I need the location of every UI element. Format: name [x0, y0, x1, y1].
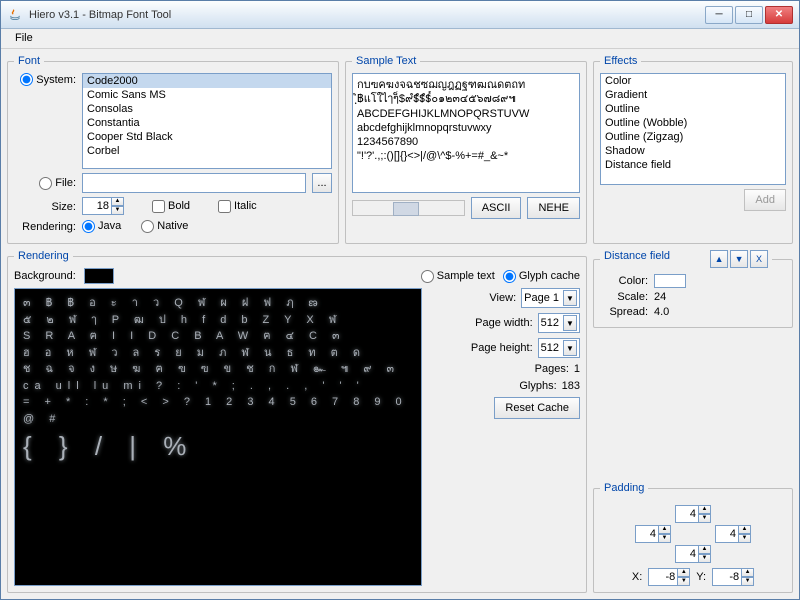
sample-textarea[interactable]: กบฃคฆงจฉชซฌญฎฏฐฑฒณดตถท ิฺ฿แโใไๅๆ็$๙ํ$ํ$ํ…: [352, 73, 580, 193]
df-scale-value: 24: [654, 291, 666, 303]
effect-item[interactable]: Outline: [601, 102, 785, 116]
pad-x-spinner[interactable]: ▲▼: [648, 568, 690, 586]
glyph-cache-radio[interactable]: Glyph cache: [503, 270, 580, 283]
close-button[interactable]: ✕: [765, 6, 793, 24]
maximize-button[interactable]: □: [735, 6, 763, 24]
effect-item[interactable]: Outline (Wobble): [601, 116, 785, 130]
font-list-item[interactable]: Consolas: [83, 102, 331, 116]
font-list-item[interactable]: Corbel: [83, 144, 331, 158]
add-effect-button[interactable]: Add: [744, 189, 786, 211]
ph-label: Page height:: [471, 342, 533, 354]
pad-x-label: X:: [632, 571, 642, 583]
view-label: View:: [489, 292, 516, 304]
rendering-legend: Rendering: [14, 250, 73, 262]
font-group: Font System: Code2000 Comic Sans MS Cons…: [7, 55, 339, 244]
effects-legend: Effects: [600, 55, 641, 67]
rendering-label: Rendering:: [14, 219, 76, 233]
pad-y-spinner[interactable]: ▲▼: [712, 568, 754, 586]
sample-legend: Sample Text: [352, 55, 420, 67]
file-radio[interactable]: File:: [14, 177, 76, 190]
pad-right-spinner[interactable]: ▲▼: [715, 525, 751, 543]
font-list-item[interactable]: Cooper Std Black: [83, 130, 331, 144]
df-scale-label: Scale:: [600, 291, 648, 303]
effects-group: Effects Color Gradient Outline Outline (…: [593, 55, 793, 244]
java-icon: [7, 7, 23, 23]
df-color-label: Color:: [600, 275, 648, 287]
padding-group: Padding ▲▼ ▲▼ ▲▼ ▲▼ X: ▲▼: [593, 482, 793, 593]
df-color-swatch[interactable]: [654, 274, 686, 288]
font-list[interactable]: Code2000 Comic Sans MS Consolas Constant…: [82, 73, 332, 169]
effect-item[interactable]: Gradient: [601, 88, 785, 102]
window-title: Hiero v3.1 - Bitmap Font Tool: [29, 9, 705, 21]
native-radio[interactable]: Native: [141, 220, 188, 233]
pad-y-label: Y:: [696, 571, 706, 583]
chevron-down-icon: ▼: [563, 340, 577, 356]
size-label: Size:: [14, 199, 76, 213]
font-list-item[interactable]: Code2000: [83, 74, 331, 88]
system-radio[interactable]: System:: [14, 73, 76, 86]
pages-value: 1: [574, 363, 580, 375]
font-list-item[interactable]: Comic Sans MS: [83, 88, 331, 102]
distance-field-group: Distance field ▲ ▼ X Color: Scale: 24 Spr…: [593, 250, 793, 328]
df-legend: Distance field ▲ ▼ X: [600, 250, 772, 268]
page-width-select[interactable]: 512▼: [538, 313, 580, 333]
app-window: Hiero v3.1 - Bitmap Font Tool ─ □ ✕ File…: [0, 0, 800, 600]
java-radio[interactable]: Java: [82, 220, 121, 233]
effect-item[interactable]: Distance field: [601, 158, 785, 172]
glyphs-value: 183: [562, 380, 580, 392]
font-list-item[interactable]: Constantia: [83, 116, 331, 130]
menubar: File: [1, 29, 799, 49]
chevron-down-icon: ▼: [563, 315, 577, 331]
nehe-button[interactable]: NEHE: [527, 197, 580, 219]
chevron-down-icon: ▼: [563, 290, 577, 306]
file-input[interactable]: [82, 173, 306, 193]
font-legend: Font: [14, 55, 44, 67]
pad-top-spinner[interactable]: ▲▼: [675, 505, 711, 523]
padding-legend: Padding: [600, 482, 648, 494]
rendering-group: Rendering Background: Sample text Glyph …: [7, 250, 587, 593]
italic-checkbox[interactable]: Italic: [218, 200, 257, 213]
browse-button[interactable]: ...: [312, 173, 332, 193]
view-select[interactable]: Page 1▼: [521, 288, 580, 308]
effects-list[interactable]: Color Gradient Outline Outline (Wobble) …: [600, 73, 786, 185]
pad-bottom-spinner[interactable]: ▲▼: [675, 545, 711, 563]
minimize-button[interactable]: ─: [705, 6, 733, 24]
pad-left-spinner[interactable]: ▲▼: [635, 525, 671, 543]
remove-effect-button[interactable]: X: [750, 250, 768, 268]
pw-label: Page width:: [475, 317, 532, 329]
page-height-select[interactable]: 512▼: [538, 338, 580, 358]
titlebar: Hiero v3.1 - Bitmap Font Tool ─ □ ✕: [1, 1, 799, 29]
df-spread-label: Spread:: [600, 306, 648, 318]
bold-checkbox[interactable]: Bold: [152, 200, 190, 213]
ascii-button[interactable]: ASCII: [471, 197, 522, 219]
sample-text-group: Sample Text กบฃคฆงจฉชซฌญฎฏฐฑฒณดตถท ิฺ฿แโ…: [345, 55, 587, 244]
sample-text-radio[interactable]: Sample text: [421, 270, 495, 283]
background-color-swatch[interactable]: [84, 268, 114, 284]
move-down-button[interactable]: ▼: [730, 250, 748, 268]
background-label: Background:: [14, 270, 76, 282]
effect-item[interactable]: Shadow: [601, 144, 785, 158]
size-spinner[interactable]: ▲▼: [82, 197, 124, 215]
reset-cache-button[interactable]: Reset Cache: [494, 397, 580, 419]
df-spread-value: 4.0: [654, 306, 669, 318]
glyphs-label: Glyphs:: [519, 380, 556, 392]
glyph-canvas: ๓ ฿ ฿ อ ะ า ว Q ฬ ผ ฝ ฟ ฦ ణ ๕ ๒ ฬ ๅ P ฒ …: [14, 288, 422, 586]
menu-file[interactable]: File: [9, 31, 39, 45]
sample-scrollbar[interactable]: [352, 200, 465, 216]
effect-item[interactable]: Color: [601, 74, 785, 88]
pages-label: Pages:: [535, 363, 569, 375]
effect-item[interactable]: Outline (Zigzag): [601, 130, 785, 144]
move-up-button[interactable]: ▲: [710, 250, 728, 268]
